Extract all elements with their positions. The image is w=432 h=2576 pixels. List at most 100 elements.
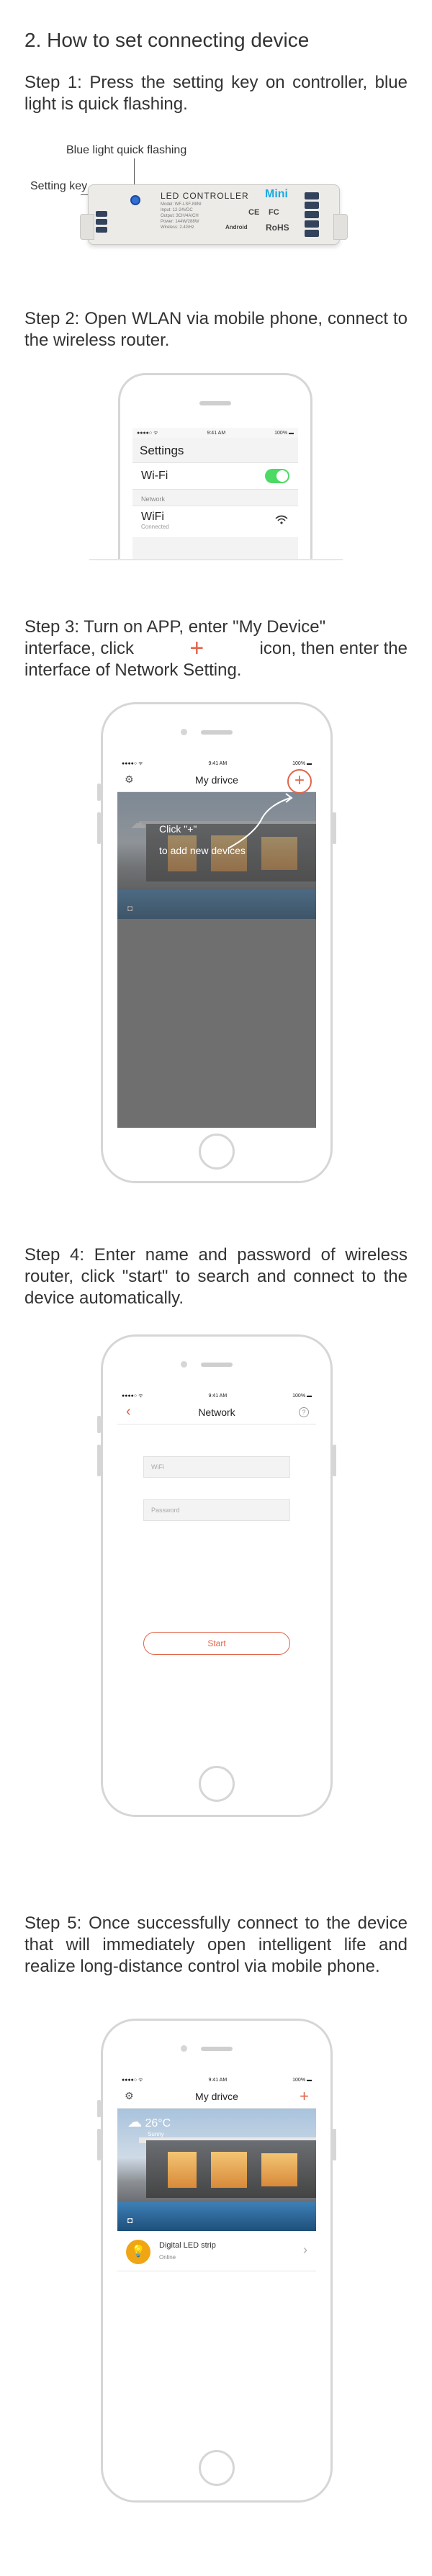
settings-title: Settings	[140, 444, 184, 457]
app-header: ‹ Network ?	[117, 1400, 316, 1424]
hint-arrow	[228, 793, 293, 849]
gear-icon[interactable]: ⚙	[125, 773, 134, 786]
status-time: 9:41 AM	[207, 430, 226, 436]
weather-desc: Sunny	[148, 2131, 164, 2137]
phone-camera	[181, 1361, 187, 1368]
phone-speaker	[201, 730, 233, 735]
plus-icon: +	[189, 634, 204, 662]
weather-temp: 26°C	[145, 2117, 171, 2130]
controller-output-terminals	[305, 192, 322, 239]
app-header: ⚙ My drivce +	[117, 2084, 316, 2109]
step-3-text-line2: interface, click + icon, then enter the	[24, 634, 408, 662]
status-bar: ●●●●○ ᯤ 9:41 AM 100% ▬	[132, 428, 298, 438]
android-mark: Android	[225, 224, 248, 230]
section-heading: 2. How to set connecting device	[24, 29, 310, 51]
home-button	[199, 2450, 235, 2486]
plus-icon[interactable]: +	[300, 2087, 309, 2106]
controller-fine-print: Model: WF-LSF-MINI	[161, 202, 202, 207]
signal-icon: ●●●●○ ᯤ	[122, 760, 143, 766]
phone-baseline	[89, 559, 343, 560]
controller-title: LED CONTROLLER	[161, 191, 249, 201]
device-status: Online	[159, 2254, 176, 2261]
controller-fine-print: Output: 3CH/4A/CH	[161, 214, 199, 218]
home-hero-image: ☁ 26°C Sunny ◘	[117, 2109, 316, 2231]
controller-fine-print: Power: 144W/288W	[161, 220, 199, 224]
phone-side-button	[97, 812, 101, 844]
controller-fine-print: Input: 12-24VDC	[161, 208, 193, 212]
add-device-button[interactable]: +	[287, 769, 312, 794]
wifi-icon	[275, 515, 288, 524]
status-time: 9:41 AM	[208, 1393, 228, 1399]
phone-illustration-step5: ●●●●○ ᯤ 9:41 AM 100% ▬ ⚙ My drivce + ☁ 2…	[97, 2019, 336, 2503]
network-screen: ●●●●○ ᯤ 9:41 AM 100% ▬ ‹ Network ? WiFi …	[117, 1391, 316, 1760]
network-row[interactable]: WiFi Connected	[132, 506, 298, 537]
step-1-text: Step 1: Press the setting key on control…	[24, 73, 408, 114]
setting-key-button[interactable]	[130, 195, 140, 205]
controller-input-terminals	[96, 211, 110, 235]
step-2-text: Step 2: Open WLAN via mobile phone, conn…	[24, 309, 408, 350]
signal-icon: ●●●●○ ᯤ	[122, 2077, 143, 2083]
setting-key-label: Setting key	[30, 180, 88, 192]
pool-image	[117, 2202, 316, 2231]
network-section-label: Network	[141, 495, 166, 503]
controller-mount-tab-left	[80, 214, 94, 240]
weather-widget: ☁ 26°C Sunny	[127, 2113, 171, 2137]
wifi-toggle[interactable]	[265, 469, 289, 483]
device-list-screen: ●●●●○ ᯤ 9:41 AM 100% ▬ ⚙ My drivce + ☁ 2…	[117, 2075, 316, 2444]
password-input[interactable]: Password	[143, 1499, 290, 1521]
rohs-mark: RoHS	[266, 223, 289, 233]
step-5-text: Step 5: Once successfully connect to the…	[24, 1913, 408, 1976]
phone-illustration-step4: ●●●●○ ᯤ 9:41 AM 100% ▬ ‹ Network ? WiFi …	[97, 1334, 336, 1817]
phone-side-button	[97, 784, 101, 801]
step-3-text-line1: Step 3: Turn on APP, enter "My Device"	[24, 617, 326, 637]
app-title: My drivce	[195, 773, 238, 786]
network-status: Connected	[141, 524, 169, 530]
controller-mount-tab-right	[333, 214, 348, 240]
home-button	[199, 1134, 235, 1170]
phone-camera	[181, 729, 187, 735]
status-time: 9:41 AM	[208, 2077, 228, 2083]
phone-camera	[181, 2045, 187, 2052]
phone-side-button	[333, 812, 336, 844]
device-name: Digital LED strip	[159, 2241, 216, 2250]
cloud-icon: ☁	[127, 2114, 142, 2130]
step-3-text-pre: interface, click	[24, 639, 135, 658]
fc-mark: FC	[269, 208, 279, 217]
controller-fine-print: Wireless: 2.4GHz	[161, 225, 194, 230]
home-button	[199, 1766, 235, 1802]
status-bar: ●●●●○ ᯤ 9:41 AM 100% ▬	[117, 2075, 316, 2084]
my-device-screen: ●●●●○ ᯤ 9:41 AM 100% ▬ ⚙ My drivce ☁ ◘ C…	[117, 759, 316, 1128]
app-title: My drivce	[195, 2090, 238, 2102]
network-name: WiFi	[141, 511, 164, 523]
back-icon[interactable]: ‹	[126, 1404, 131, 1420]
camera-icon[interactable]: ◘	[127, 2215, 132, 2225]
wifi-toggle-row[interactable]: Wi-Fi	[132, 462, 298, 490]
app-title: Network	[198, 1406, 235, 1418]
battery-icon: 100% ▬	[292, 760, 312, 766]
wifi-label: Wi-Fi	[141, 470, 168, 482]
hint-line-1: Click "+"	[159, 823, 197, 835]
signal-icon: ●●●●○ ᯤ	[137, 430, 158, 436]
step-3-text-post: icon, then enter the	[259, 639, 408, 658]
phone-speaker	[199, 401, 231, 405]
settings-screen: ●●●●○ ᯤ 9:41 AM 100% ▬ Settings Wi-Fi Ne…	[132, 428, 298, 559]
battery-icon: 100% ▬	[292, 2077, 312, 2083]
battery-icon: 100% ▬	[274, 430, 294, 436]
start-button[interactable]: Start	[143, 1632, 290, 1655]
wifi-name-input[interactable]: WiFi	[143, 1456, 290, 1478]
status-bar: ●●●●○ ᯤ 9:41 AM 100% ▬	[117, 1391, 316, 1400]
ce-mark: CE	[248, 208, 260, 217]
phone-speaker	[201, 1363, 233, 1367]
step-4-text: Step 4: Enter name and password of wirel…	[24, 1245, 408, 1308]
bulb-icon: 💡	[126, 2240, 150, 2264]
status-bar: ●●●●○ ᯤ 9:41 AM 100% ▬	[117, 759, 316, 768]
app-header: ⚙ My drivce	[117, 768, 316, 792]
phone-illustration-step3: ●●●●○ ᯤ 9:41 AM 100% ▬ ⚙ My drivce ☁ ◘ C…	[97, 702, 336, 1183]
device-list-item[interactable]: 💡 Digital LED strip Online ›	[117, 2231, 316, 2271]
phone-speaker	[201, 2047, 233, 2051]
controller-mini-logo: Mini	[265, 188, 288, 200]
gear-icon[interactable]: ⚙	[125, 2090, 134, 2102]
help-icon[interactable]: ?	[299, 1407, 309, 1417]
chevron-right-icon: ›	[303, 2243, 307, 2257]
status-time: 9:41 AM	[208, 760, 228, 766]
